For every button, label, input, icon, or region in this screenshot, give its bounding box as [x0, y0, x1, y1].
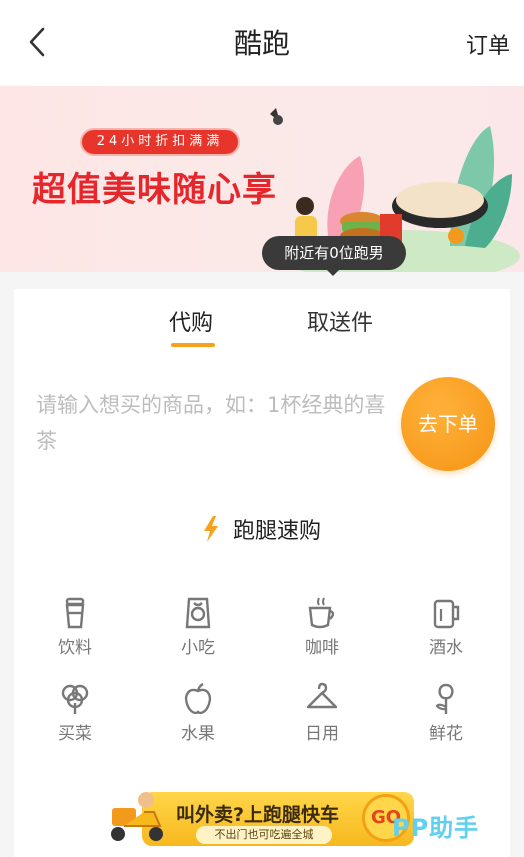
vegetable-icon: [61, 684, 89, 714]
category-label: 水果: [181, 724, 215, 744]
top-bar: 酷跑 订单: [0, 0, 524, 86]
tab-purchase[interactable]: 代购: [169, 305, 213, 337]
category-snacks[interactable]: 小吃: [158, 595, 238, 658]
tab-active-indicator: [171, 343, 215, 347]
section-title: 跑腿速购: [232, 519, 321, 544]
category-daily[interactable]: 日用: [282, 681, 362, 744]
promo-title: 叫外卖?上跑腿快车: [176, 804, 340, 826]
category-coffee[interactable]: 咖啡: [282, 595, 362, 658]
category-label: 买菜: [58, 724, 92, 744]
nearby-runners-tooltip: 附近有0位跑男: [262, 236, 406, 276]
beer-mug-icon: [433, 599, 460, 629]
category-drinks[interactable]: 饮料: [35, 595, 115, 658]
promo-subtitle: 不出门也可吃遍全城: [196, 826, 332, 844]
watermark-logo: PP助手: [392, 814, 480, 842]
lightning-icon: [203, 516, 218, 542]
category-label: 酒水: [429, 638, 463, 658]
hanger-icon: [306, 682, 338, 709]
category-groceries[interactable]: 买菜: [35, 681, 115, 744]
drink-cup-icon: [65, 597, 85, 629]
category-liquor[interactable]: 酒水: [406, 595, 486, 658]
category-flowers[interactable]: 鲜花: [406, 681, 486, 744]
place-order-button[interactable]: 去下单: [401, 377, 495, 471]
page-title: 酷跑: [233, 27, 290, 60]
banner-slogan: 超值美味随心享: [32, 170, 277, 210]
tab-delivery[interactable]: 取送件: [307, 305, 373, 337]
scooter-icon: [111, 792, 163, 841]
snack-bag-icon: [185, 597, 211, 629]
category-label: 咖啡: [305, 638, 339, 658]
category-fruit[interactable]: 水果: [158, 681, 238, 744]
orders-link[interactable]: 订单: [466, 28, 510, 60]
promo-banner[interactable]: 24小时折扣满满 超值美味随心享: [0, 86, 524, 272]
discount-pill: 24小时折扣满满: [80, 128, 240, 156]
category-label: 鲜花: [429, 724, 463, 744]
order-input[interactable]: 请输入想买的商品，如：1杯经典的喜茶: [36, 387, 396, 459]
order-card: 代购 取送件 请输入想买的商品，如：1杯经典的喜茶 去下单 跑腿速购 饮料 小吃…: [14, 289, 510, 857]
apple-icon: [184, 682, 212, 715]
category-label: 小吃: [181, 638, 215, 658]
category-label: 日用: [305, 724, 339, 744]
category-label: 饮料: [58, 638, 92, 658]
section-header: 跑腿速购: [14, 513, 510, 545]
coffee-cup-icon: [308, 597, 335, 629]
delivery-promo-banner[interactable]: 叫外卖?上跑腿快车 不出门也可吃遍全城 GO: [104, 780, 414, 850]
flower-icon: [435, 683, 454, 714]
